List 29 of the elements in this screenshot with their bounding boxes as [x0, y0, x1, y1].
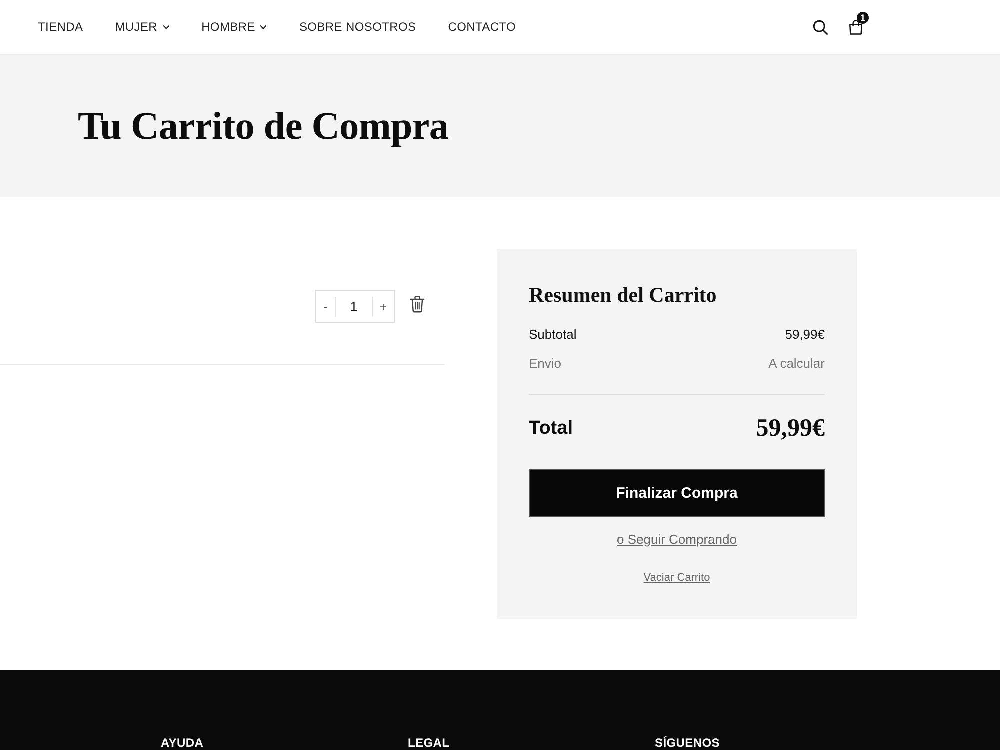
quantity-stepper[interactable]: - 1 +	[315, 290, 395, 323]
nav-link[interactable]: MUJER	[115, 20, 170, 34]
nav-link[interactable]: HOMBRE	[202, 20, 268, 34]
nav-link[interactable]: CONTACTO	[448, 20, 516, 34]
caret-icon	[162, 24, 170, 30]
quantity-decrement-button[interactable]: -	[316, 291, 335, 322]
summary-value: A calcular	[768, 355, 825, 373]
cart-count-badge: 1	[857, 12, 869, 24]
footer-heading: LEGAL	[408, 736, 451, 750]
quantity-field[interactable]: 1	[336, 291, 372, 322]
summary-value: 59,99€	[785, 326, 825, 344]
continue-shopping-link[interactable]: o Seguir Comprando	[617, 531, 737, 549]
page-title: Tu Carrito de Compra	[78, 104, 449, 148]
checkout-button[interactable]: Finalizar Compra	[529, 469, 825, 517]
trash-icon[interactable]	[410, 296, 425, 313]
footer-heading: SÍGUENOS	[655, 736, 721, 750]
nav-link[interactable]: SOBRE NOSOTROS	[299, 20, 416, 34]
caret-icon	[260, 24, 268, 30]
search-icon[interactable]	[813, 20, 828, 34]
footer-heading: AYUDA	[161, 736, 205, 750]
summary-title: Resumen del Carrito	[529, 282, 718, 309]
summary-label: Subtotal	[529, 326, 577, 344]
summary-label: Envio	[529, 355, 562, 373]
total-value: 59,99€	[756, 415, 825, 443]
quantity-increment-button[interactable]: +	[373, 291, 394, 322]
empty-cart-link[interactable]: Vaciar Carrito	[644, 570, 710, 586]
total-label: Total	[529, 418, 573, 440]
nav-link[interactable]: TIENDA	[38, 20, 84, 34]
shopping-bag-icon[interactable]	[849, 20, 863, 34]
